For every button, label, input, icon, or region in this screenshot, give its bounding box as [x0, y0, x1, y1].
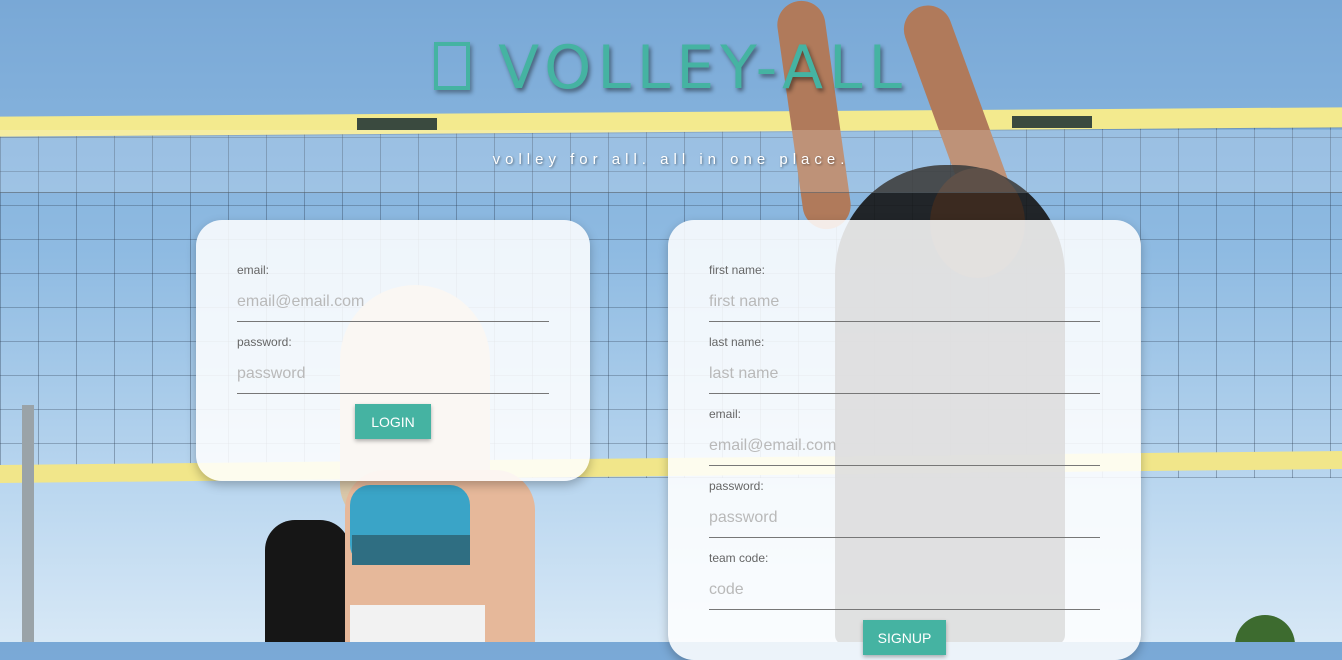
first-name-input[interactable]	[709, 293, 1100, 322]
signup-password-label: password:	[709, 479, 764, 493]
signup-card: first name: last name: email: password: …	[668, 220, 1141, 660]
signup-email-input[interactable]	[709, 437, 1100, 466]
signup-last-name-field: last name:	[709, 335, 1100, 394]
signup-button[interactable]: SIGNUP	[863, 620, 946, 655]
login-email-input[interactable]	[237, 293, 549, 322]
last-name-input[interactable]	[709, 365, 1100, 394]
last-name-label: last name:	[709, 335, 765, 349]
login-email-field: email:	[237, 263, 549, 322]
login-card: email: password: LOGIN	[196, 220, 590, 481]
net-tape-left	[357, 118, 437, 130]
background-player	[265, 520, 350, 642]
app-tagline: volley for all. all in one place.	[492, 151, 850, 168]
login-email-label: email:	[237, 263, 270, 277]
login-password-label: password:	[237, 335, 292, 349]
login-password-field: password:	[237, 335, 549, 394]
background-tree	[1235, 615, 1295, 642]
login-button[interactable]: LOGIN	[355, 404, 431, 439]
signup-password-input[interactable]	[709, 509, 1100, 538]
player-woman-shorts	[350, 605, 485, 642]
signup-email-field: email:	[709, 407, 1100, 466]
team-code-label: team code:	[709, 551, 769, 565]
net-tape-right	[1012, 116, 1092, 128]
first-name-label: first name:	[709, 263, 766, 277]
signup-first-name-field: first name:	[709, 263, 1100, 322]
signup-password-field: password:	[709, 479, 1100, 538]
net-pole	[22, 405, 34, 642]
login-password-input[interactable]	[237, 365, 549, 394]
team-code-input[interactable]	[709, 581, 1100, 610]
player-woman-strap	[352, 535, 470, 565]
app-title-text: VOLLEY-ALL	[498, 33, 908, 103]
signup-email-label: email:	[709, 407, 742, 421]
app-title: VOLLEY-ALL	[0, 32, 1342, 104]
missing-glyph-box-icon	[434, 42, 471, 90]
signup-team-code-field: team code:	[709, 551, 1100, 610]
